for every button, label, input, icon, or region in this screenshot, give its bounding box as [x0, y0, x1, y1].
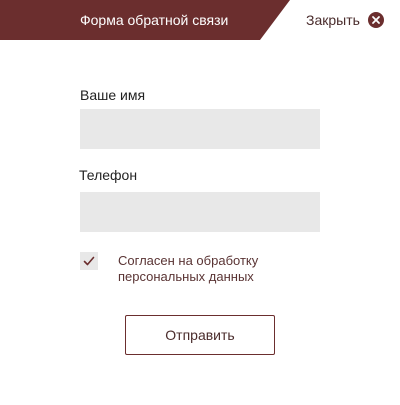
close-label[interactable]: Закрыть: [306, 11, 360, 29]
close-circle-icon[interactable]: [368, 12, 384, 28]
checkmark-icon: [83, 256, 95, 266]
dialog-header: Форма обратной связи: [0, 0, 290, 40]
consent-checkbox[interactable]: [80, 252, 98, 270]
dialog-title: Форма обратной связи: [80, 12, 229, 28]
feedback-dialog: Форма обратной связи Закрыть Ваше имя Те…: [0, 0, 400, 405]
submit-button[interactable]: Отправить: [125, 315, 275, 355]
phone-label: Телефон: [79, 167, 138, 183]
name-input[interactable]: [80, 109, 320, 149]
consent-label: Согласен на обработку персональных данны…: [118, 253, 259, 284]
close-button[interactable]: Закрыть: [306, 11, 384, 29]
name-label: Ваше имя: [80, 87, 146, 103]
phone-input[interactable]: [80, 192, 320, 232]
